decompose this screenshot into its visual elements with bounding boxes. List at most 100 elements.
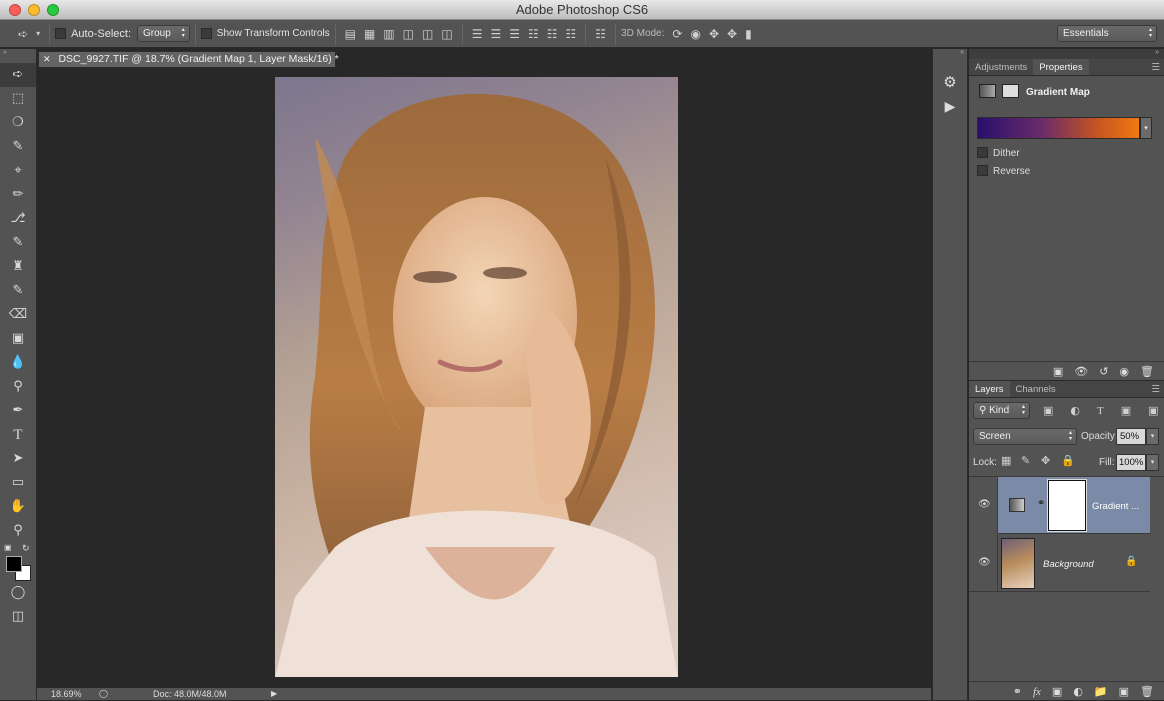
lasso-tool-icon[interactable]: ❍ bbox=[0, 111, 36, 135]
filter-pixel-icon[interactable]: ▣ bbox=[1043, 404, 1053, 417]
distribute-bottom-icon[interactable]: ☰ bbox=[509, 27, 520, 41]
dither-checkbox[interactable] bbox=[977, 147, 988, 158]
new-group-icon[interactable]: 📁 bbox=[1094, 685, 1108, 698]
history-panel-icon[interactable]: ⚙ bbox=[933, 73, 967, 91]
gradient-dropdown-arrow[interactable]: ▾ bbox=[1140, 117, 1152, 139]
gradient-tool-icon[interactable]: ▣ bbox=[0, 327, 36, 351]
screen-mode-icon[interactable]: ◫ bbox=[0, 605, 36, 629]
add-mask-icon[interactable]: ▣ bbox=[1052, 685, 1062, 698]
dodge-tool-icon[interactable]: ⚲ bbox=[0, 375, 36, 399]
opacity-input[interactable]: 50% bbox=[1116, 428, 1146, 445]
distribute-top-icon[interactable]: ☰ bbox=[472, 27, 483, 41]
tab-adjustments[interactable]: Adjustments bbox=[969, 59, 1033, 75]
type-tool-icon[interactable]: T bbox=[0, 423, 36, 447]
move-tool-icon[interactable]: ➪ bbox=[18, 27, 28, 41]
align-vcenter-icon[interactable]: ▦ bbox=[364, 27, 375, 41]
tool-preset-chevron-icon[interactable]: ▾ bbox=[36, 29, 40, 38]
lock-transparent-icon[interactable]: ▦ bbox=[1001, 454, 1011, 467]
opacity-slider-arrow[interactable]: ▾ bbox=[1146, 428, 1159, 445]
clone-stamp-tool-icon[interactable]: ♜ bbox=[0, 255, 36, 279]
distribute-left-icon[interactable]: ☷ bbox=[528, 27, 539, 41]
align-bottom-icon[interactable]: ▥ bbox=[383, 27, 394, 41]
layer-row-gradient-map[interactable]: 👁 ⚭ Gradient ... bbox=[969, 477, 1150, 534]
blur-tool-icon[interactable]: 💧 bbox=[0, 351, 36, 375]
history-brush-tool-icon[interactable]: ✎ bbox=[0, 279, 36, 303]
default-colors-icon[interactable]: ▣ bbox=[4, 543, 12, 552]
eraser-tool-icon[interactable]: ⌫ bbox=[0, 303, 36, 327]
foreground-color-swatch[interactable] bbox=[6, 556, 22, 572]
layer-mask-icon[interactable] bbox=[1002, 84, 1019, 98]
filter-type-icon[interactable]: T bbox=[1097, 405, 1104, 417]
reverse-checkbox[interactable] bbox=[977, 165, 988, 176]
zoom-window-button[interactable] bbox=[47, 4, 59, 16]
layer-name[interactable]: Background bbox=[1043, 559, 1094, 570]
distribute-vcenter-icon[interactable]: ☰ bbox=[490, 27, 501, 41]
show-transform-checkbox[interactable] bbox=[200, 28, 212, 39]
move-tool-icon[interactable]: ➪ bbox=[0, 63, 36, 87]
align-left-icon[interactable]: ◫ bbox=[403, 27, 414, 41]
collapse-toolbox-icon[interactable]: » bbox=[0, 49, 36, 63]
lock-all-icon[interactable]: 🔒 bbox=[1061, 454, 1075, 467]
healing-brush-tool-icon[interactable]: ⎇ bbox=[0, 207, 36, 231]
actions-panel-icon[interactable]: ▶ bbox=[933, 99, 967, 115]
chain-link-icon[interactable]: ⚭ bbox=[1037, 498, 1045, 509]
gradient-picker[interactable] bbox=[977, 117, 1140, 139]
status-menu-arrow-icon[interactable]: ▶ bbox=[271, 688, 277, 700]
swap-colors-icon[interactable]: ↻ bbox=[22, 543, 30, 554]
align-top-icon[interactable]: ▤ bbox=[345, 27, 356, 41]
tab-properties[interactable]: Properties bbox=[1033, 59, 1089, 75]
expand-dock-icon[interactable]: « bbox=[933, 49, 967, 61]
layers-menu-icon[interactable]: ☰ bbox=[1151, 381, 1164, 397]
fill-input[interactable]: 100% bbox=[1116, 454, 1146, 471]
lock-position-icon[interactable]: ✥ bbox=[1041, 454, 1050, 467]
quick-selection-tool-icon[interactable]: ✎ bbox=[0, 135, 36, 159]
delete-adjustment-icon[interactable]: 🗑 bbox=[1140, 365, 1154, 378]
zoom-level[interactable]: 18.69% bbox=[51, 688, 82, 700]
fx-icon[interactable]: fx bbox=[1033, 686, 1041, 698]
tab-channels[interactable]: Channels bbox=[1010, 381, 1062, 397]
layer-name[interactable]: Gradient ... bbox=[1092, 501, 1139, 512]
link-layers-icon[interactable]: ⚭ bbox=[1013, 685, 1022, 698]
blend-mode-dropdown[interactable]: Screen bbox=[973, 428, 1077, 445]
marquee-tool-icon[interactable]: ⬚ bbox=[0, 87, 36, 111]
auto-select-checkbox[interactable] bbox=[55, 28, 67, 39]
clip-to-layer-icon[interactable]: ▣ bbox=[1053, 365, 1063, 378]
pen-tool-icon[interactable]: ✒ bbox=[0, 399, 36, 423]
new-adjustment-layer-icon[interactable]: ◐ bbox=[1073, 685, 1083, 698]
lock-pixels-icon[interactable]: ✎ bbox=[1021, 454, 1030, 467]
eye-icon[interactable]: 👁 bbox=[978, 557, 991, 568]
reset-adjustment-icon[interactable]: ↺ bbox=[1099, 365, 1108, 378]
3d-slide-icon[interactable]: ✥ bbox=[727, 27, 737, 41]
zoom-tool-icon[interactable]: ⚲ bbox=[0, 519, 36, 543]
distribute-hcenter-icon[interactable]: ☷ bbox=[547, 27, 558, 41]
filter-shape-icon[interactable]: ▣ bbox=[1121, 404, 1131, 417]
eyedropper-tool-icon[interactable]: ✏ bbox=[0, 183, 36, 207]
delete-layer-icon[interactable]: 🗑 bbox=[1140, 685, 1154, 698]
filter-adjustment-icon[interactable]: ◐ bbox=[1070, 404, 1080, 417]
auto-align-icon[interactable]: ☷ bbox=[595, 27, 606, 41]
auto-select-dropdown[interactable]: Group bbox=[137, 25, 190, 42]
toggle-visibility-icon[interactable]: ◉ bbox=[1119, 365, 1129, 378]
fill-slider-arrow[interactable]: ▾ bbox=[1146, 454, 1159, 471]
close-document-icon[interactable]: ✕ bbox=[43, 54, 51, 64]
workspace-switcher[interactable]: Essentials bbox=[1057, 25, 1157, 42]
layer-row-background[interactable]: 👁 Background 🔒 bbox=[969, 535, 1150, 592]
layer-filter-kind[interactable]: ⚲ Kind bbox=[973, 402, 1030, 419]
brush-tool-icon[interactable]: ✎ bbox=[0, 231, 36, 255]
path-selection-tool-icon[interactable]: ➤ bbox=[0, 447, 36, 471]
3d-camera-icon[interactable]: ▮ bbox=[745, 27, 752, 41]
layer-mask-thumbnail[interactable] bbox=[1047, 479, 1087, 532]
hand-tool-icon[interactable]: ✋ bbox=[0, 495, 36, 519]
status-info-icon[interactable]: ◯ bbox=[99, 688, 108, 700]
3d-rotate-icon[interactable]: ⟳ bbox=[672, 27, 682, 41]
distribute-right-icon[interactable]: ☷ bbox=[566, 27, 577, 41]
align-right-icon[interactable]: ◫ bbox=[441, 27, 452, 41]
close-window-button[interactable] bbox=[9, 4, 21, 16]
new-layer-icon[interactable]: ▣ bbox=[1119, 685, 1129, 698]
3d-roll-icon[interactable]: ◉ bbox=[690, 27, 700, 41]
align-hcenter-icon[interactable]: ◫ bbox=[422, 27, 433, 41]
3d-drag-icon[interactable]: ✥ bbox=[709, 27, 719, 41]
eye-icon[interactable]: 👁 bbox=[978, 499, 991, 510]
panel-menu-icon[interactable]: ☰ bbox=[1151, 59, 1164, 75]
quick-mask-icon[interactable]: ◯ bbox=[0, 581, 36, 605]
